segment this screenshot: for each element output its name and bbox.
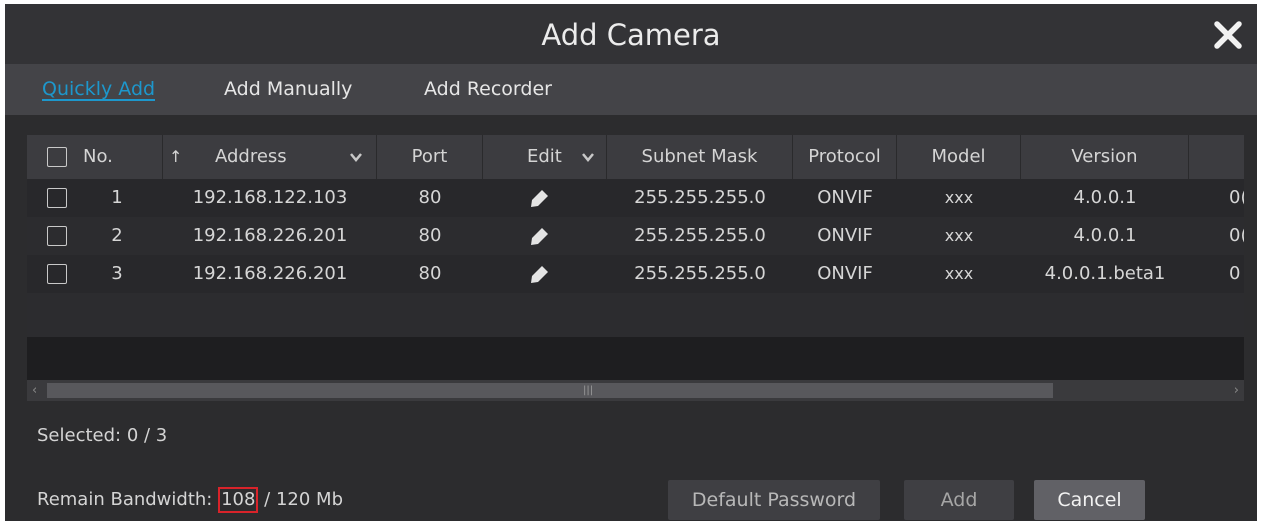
cell-version: 4.0.0.1 bbox=[1073, 187, 1137, 208]
cell-extra: 0( bbox=[1229, 187, 1244, 208]
cell-model: xxx bbox=[944, 188, 974, 207]
header-version[interactable]: Version bbox=[1021, 135, 1189, 179]
cell-address: 192.168.122.103 bbox=[192, 187, 348, 208]
row-background bbox=[27, 337, 1244, 380]
bandwidth-label: Remain Bandwidth: bbox=[37, 489, 219, 510]
header-no-cell: No. bbox=[27, 135, 163, 179]
selected-count: Selected: 0 / 3 bbox=[37, 425, 168, 446]
scroll-right-icon[interactable]: › bbox=[1234, 380, 1239, 401]
close-icon[interactable] bbox=[1211, 18, 1245, 52]
tab-label: Add Manually bbox=[224, 78, 353, 100]
cell-no: 1 bbox=[111, 187, 123, 208]
scrollbar-thumb[interactable]: ||| bbox=[47, 383, 1053, 398]
cell-subnet-mask: 255.255.255.0 bbox=[634, 263, 766, 284]
dialog-title: Add Camera bbox=[541, 18, 721, 52]
header-edit-cell[interactable]: Edit bbox=[483, 135, 607, 179]
title-bar: Add Camera bbox=[5, 4, 1257, 64]
header-port[interactable]: Port bbox=[377, 135, 483, 179]
row-checkbox[interactable] bbox=[47, 226, 67, 246]
cell-subnet-mask: 255.255.255.0 bbox=[634, 225, 766, 246]
tab-label: Quickly Add bbox=[42, 78, 156, 100]
cell-address: 192.168.226.201 bbox=[192, 263, 348, 284]
tab-add-manually[interactable]: Add Manually bbox=[224, 64, 352, 115]
table-row[interactable]: 2 192.168.226.201 80 255.255.255.0 ONVIF… bbox=[27, 217, 1244, 255]
tab-quickly-add[interactable]: Quickly Add bbox=[42, 64, 156, 115]
tab-bar: Quickly Add Add Manually Add Recorder bbox=[5, 64, 1257, 115]
edit-pencil-icon[interactable] bbox=[483, 217, 593, 255]
add-camera-dialog: Add Camera Quickly Add Add Manually Add … bbox=[5, 4, 1257, 521]
table-row[interactable]: 3 192.168.226.201 80 255.255.255.0 ONVIF… bbox=[27, 255, 1244, 293]
header-address: Address bbox=[215, 146, 287, 167]
cell-subnet-mask: 255.255.255.0 bbox=[634, 187, 766, 208]
row-checkbox[interactable] bbox=[47, 188, 67, 208]
header-no: No. bbox=[83, 146, 113, 167]
header-subnet-mask[interactable]: Subnet Mask bbox=[607, 135, 793, 179]
active-tab-indicator bbox=[42, 99, 156, 101]
cell-protocol: ONVIF bbox=[817, 187, 873, 208]
camera-table: No. ↑ Address Port Edit Subnet Mask Prot… bbox=[27, 135, 1244, 401]
cell-port: 80 bbox=[418, 187, 442, 208]
cancel-button[interactable]: Cancel bbox=[1034, 480, 1145, 520]
cell-extra: 0 bbox=[1229, 263, 1241, 284]
cell-protocol: ONVIF bbox=[817, 225, 873, 246]
default-password-button[interactable]: Default Password bbox=[668, 480, 880, 520]
header-protocol[interactable]: Protocol bbox=[793, 135, 897, 179]
select-all-checkbox[interactable] bbox=[47, 147, 67, 167]
edit-pencil-icon[interactable] bbox=[483, 179, 593, 217]
cell-model: xxx bbox=[944, 226, 974, 245]
remain-bandwidth: Remain Bandwidth: 108 / 120 Mb bbox=[37, 487, 343, 513]
sort-arrow-up-icon: ↑ bbox=[169, 147, 183, 166]
header-address-cell[interactable]: ↑ Address bbox=[163, 135, 377, 179]
row-checkbox[interactable] bbox=[47, 264, 67, 284]
cell-version: 4.0.0.1.beta1 bbox=[1044, 263, 1166, 284]
header-model[interactable]: Model bbox=[897, 135, 1021, 179]
header-edit: Edit bbox=[527, 146, 562, 167]
header-more bbox=[1189, 135, 1244, 179]
cell-address: 192.168.226.201 bbox=[192, 225, 348, 246]
cell-extra: 0( bbox=[1229, 225, 1244, 246]
bandwidth-total: / 120 Mb bbox=[258, 489, 343, 510]
tab-add-recorder[interactable]: Add Recorder bbox=[424, 64, 552, 115]
cell-no: 2 bbox=[111, 225, 123, 246]
bandwidth-value: 108 bbox=[218, 487, 259, 513]
cell-version: 4.0.0.1 bbox=[1073, 225, 1137, 246]
table-row[interactable]: 1 192.168.122.103 80 255.255.255.0 ONVIF… bbox=[27, 179, 1244, 217]
cell-protocol: ONVIF bbox=[817, 263, 873, 284]
cell-port: 80 bbox=[418, 263, 442, 284]
row-background bbox=[27, 293, 1244, 337]
cell-port: 80 bbox=[418, 225, 442, 246]
cell-no: 3 bbox=[111, 263, 123, 284]
edit-pencil-icon[interactable] bbox=[483, 255, 593, 293]
scroll-left-icon[interactable]: ‹ bbox=[32, 380, 37, 401]
horizontal-scrollbar[interactable]: ‹ ||| › bbox=[27, 380, 1244, 401]
table-header: No. ↑ Address Port Edit Subnet Mask Prot… bbox=[27, 135, 1244, 179]
cell-model: xxx bbox=[944, 264, 974, 283]
tab-label: Add Recorder bbox=[424, 78, 552, 100]
grip-icon: ||| bbox=[583, 385, 594, 396]
add-button[interactable]: Add bbox=[904, 480, 1014, 520]
